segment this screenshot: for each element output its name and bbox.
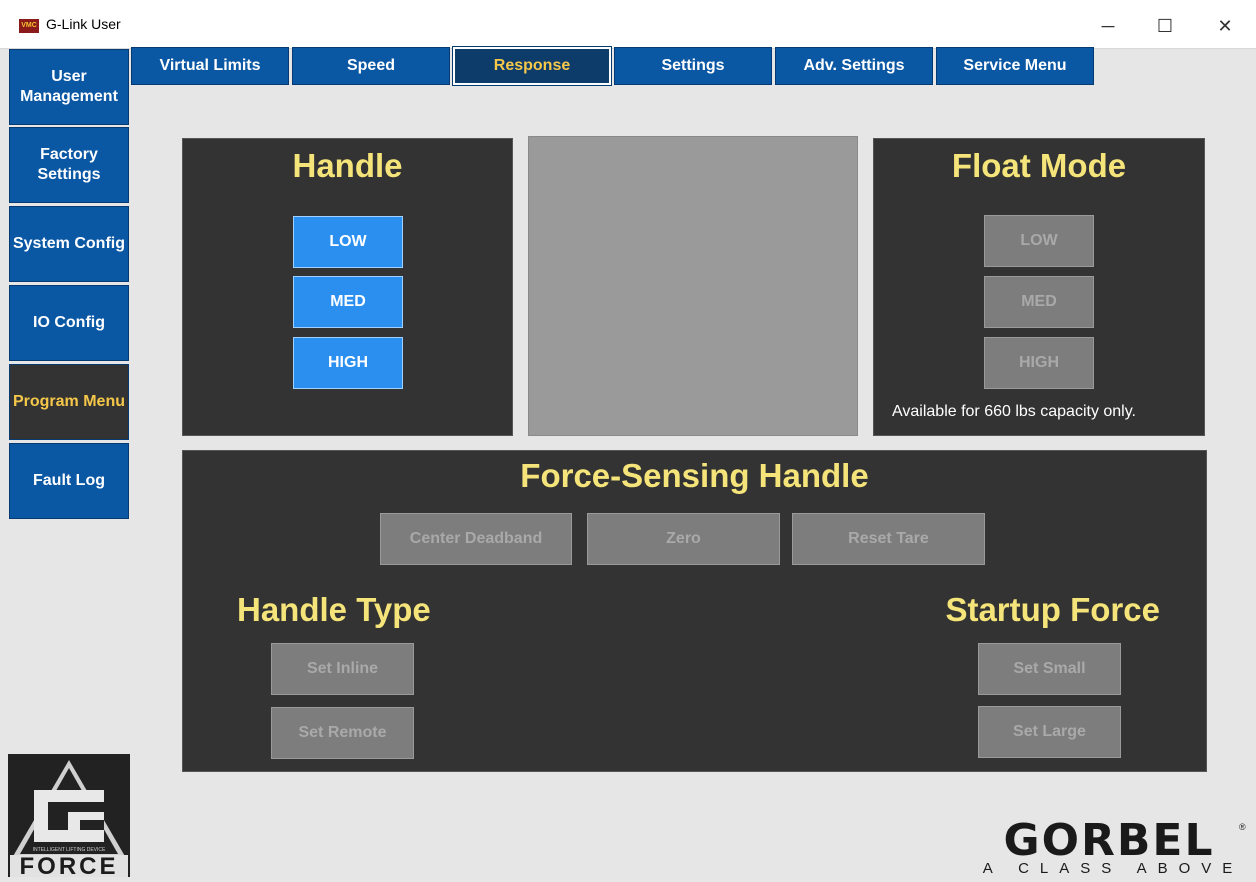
sidebar-item-system-config[interactable]: System Config [9, 206, 129, 282]
window-title: G-Link User [46, 16, 121, 32]
set-large-button[interactable]: Set Large [978, 706, 1121, 758]
float-mode-note: Available for 660 lbs capacity only. [892, 403, 1136, 420]
tab-label: Response [493, 57, 571, 74]
float-med-button[interactable]: MED [984, 276, 1094, 328]
sidebar-item-program-menu[interactable]: Program Menu [9, 364, 129, 440]
gorbel-tagline: A CLASS ABOVE [982, 860, 1244, 877]
registered-mark-icon: ® [1239, 822, 1246, 832]
center-deadband-button[interactable]: Center Deadband [380, 513, 572, 565]
sidebar-item-label: User Management [20, 68, 118, 105]
handle-high-button[interactable]: HIGH [293, 337, 403, 389]
sidebar-item-label: System Config [12, 235, 125, 252]
tab-label: Speed [346, 57, 395, 74]
tab-label: Service Menu [963, 57, 1067, 74]
tab-virtual-limits[interactable]: Virtual Limits [131, 47, 289, 85]
maximize-button[interactable]: ☐ [1145, 12, 1185, 40]
float-low-button[interactable]: LOW [984, 215, 1094, 267]
sidebar-item-user-management[interactable]: User Management [9, 49, 129, 125]
tab-label: Settings [661, 57, 725, 74]
tab-settings[interactable]: Settings [614, 47, 772, 85]
center-placeholder-panel [528, 136, 858, 436]
sidebar-item-label: Fault Log [33, 472, 105, 489]
tab-service-menu[interactable]: Service Menu [936, 47, 1094, 85]
app-icon: VMC [19, 19, 39, 33]
gforce-logo: INTELLIGENT LIFTING DEVICE FORCE [8, 754, 130, 877]
sidebar-item-label: IO Config [33, 314, 105, 331]
handle-title: Handle [292, 147, 403, 184]
force-sensing-title: Force-Sensing Handle [520, 457, 869, 494]
float-high-button[interactable]: HIGH [984, 337, 1094, 389]
handle-type-title: Handle Type [237, 591, 431, 628]
sidebar-item-label: Program Menu [12, 393, 125, 410]
tab-label: Virtual Limits [159, 57, 261, 74]
gorbel-logo: GORBEL ® A CLASS ABOVE [980, 815, 1250, 878]
startup-force-title: Startup Force [945, 591, 1160, 628]
tab-speed[interactable]: Speed [292, 47, 450, 85]
handle-panel: Handle LOW MED HIGH [182, 138, 513, 436]
set-small-button[interactable]: Set Small [978, 643, 1121, 695]
gforce-word: FORCE [10, 855, 128, 877]
force-sensing-panel: Force-Sensing Handle Center Deadband Zer… [182, 450, 1207, 772]
title-bar: VMC G-Link User ─ ☐ ✕ [0, 0, 1256, 49]
reset-tare-button[interactable]: Reset Tare [792, 513, 985, 565]
sidebar-item-fault-log[interactable]: Fault Log [9, 443, 129, 519]
gforce-tagline: INTELLIGENT LIFTING DEVICE [32, 847, 106, 853]
set-inline-button[interactable]: Set Inline [271, 643, 414, 695]
zero-button[interactable]: Zero [587, 513, 780, 565]
close-button[interactable]: ✕ [1205, 12, 1245, 40]
float-mode-panel: Float Mode LOW MED HIGH Available for 66… [873, 138, 1205, 436]
handle-med-button[interactable]: MED [293, 276, 403, 328]
tab-adv-settings[interactable]: Adv. Settings [775, 47, 933, 85]
handle-low-button[interactable]: LOW [293, 216, 403, 268]
sidebar-item-io-config[interactable]: IO Config [9, 285, 129, 361]
tab-response[interactable]: Response [452, 46, 612, 86]
set-remote-button[interactable]: Set Remote [271, 707, 414, 759]
gorbel-word: GORBEL [1003, 815, 1215, 866]
sidebar-item-label: Factory Settings [37, 146, 101, 183]
minimize-button[interactable]: ─ [1088, 12, 1128, 40]
sidebar-item-factory-settings[interactable]: Factory Settings [9, 127, 129, 203]
tab-label: Adv. Settings [803, 57, 905, 74]
float-mode-title: Float Mode [951, 147, 1127, 184]
